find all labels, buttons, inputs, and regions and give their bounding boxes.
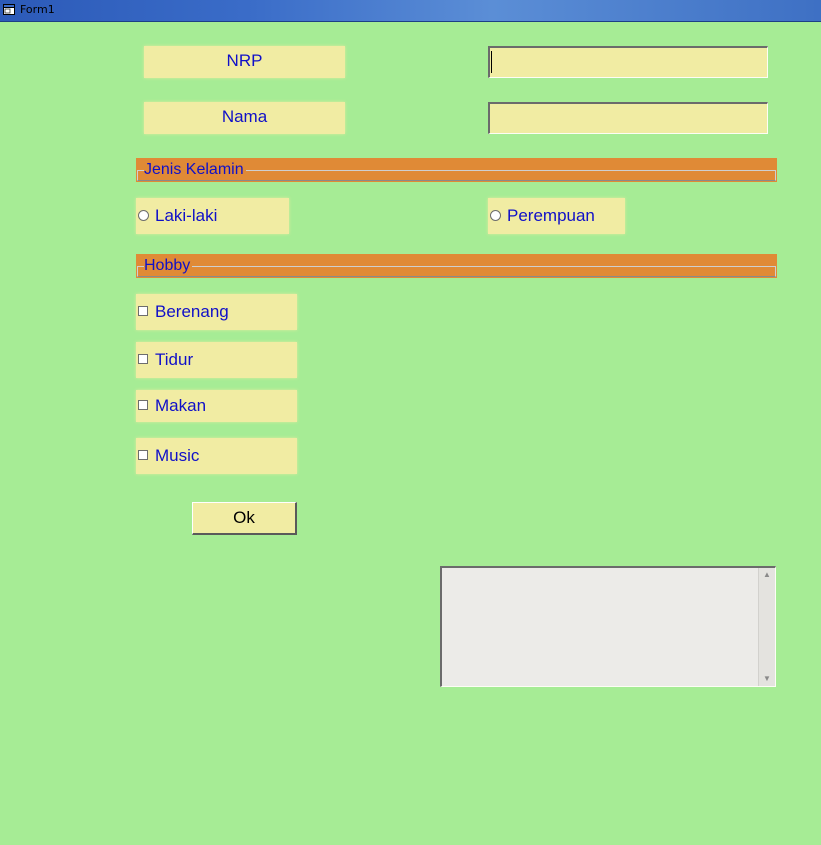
radio-laki-laki[interactable]: Laki-laki [136,198,289,234]
nama-input[interactable] [488,102,768,134]
checkbox-label: Berenang [155,302,229,321]
checkbox-berenang[interactable]: Berenang [136,294,297,330]
gender-frame: Jenis Kelamin [136,158,777,182]
radio-label: Perempuan [507,206,595,225]
hobby-frame: Hobby [136,254,777,278]
window-titlebar[interactable]: Form1 [0,0,821,22]
ok-button[interactable]: Ok [192,502,297,535]
form-icon [3,4,15,15]
scroll-down-icon[interactable]: ▼ [759,672,775,686]
radio-button[interactable] [490,210,501,221]
checkbox[interactable] [138,354,148,364]
nrp-input[interactable] [488,46,768,78]
gender-frame-title: Jenis Kelamin [144,161,246,179]
checkbox[interactable] [138,306,148,316]
radio-label: Laki-laki [155,206,218,225]
output-textarea[interactable]: ▲ ▼ [440,566,776,687]
hobby-frame-title: Hobby [144,257,193,275]
nama-label: Nama [144,102,345,134]
nrp-label: NRP [144,46,345,78]
checkbox-tidur[interactable]: Tidur [136,342,297,378]
checkbox-label: Makan [155,396,207,415]
checkbox-music[interactable]: Music [136,438,297,474]
radio-perempuan[interactable]: Perempuan [488,198,625,234]
radio-button[interactable] [138,210,149,221]
frame-border [137,266,776,277]
checkbox-label: Music [155,446,200,465]
checkbox-makan[interactable]: Makan [136,390,297,422]
checkbox[interactable] [138,400,148,410]
scroll-up-icon[interactable]: ▲ [759,568,775,582]
checkbox-label: Tidur [155,350,194,369]
text-caret [491,51,492,73]
window-title: Form1 [20,3,55,16]
vertical-scrollbar[interactable]: ▲ ▼ [758,568,775,686]
checkbox[interactable] [138,450,148,460]
